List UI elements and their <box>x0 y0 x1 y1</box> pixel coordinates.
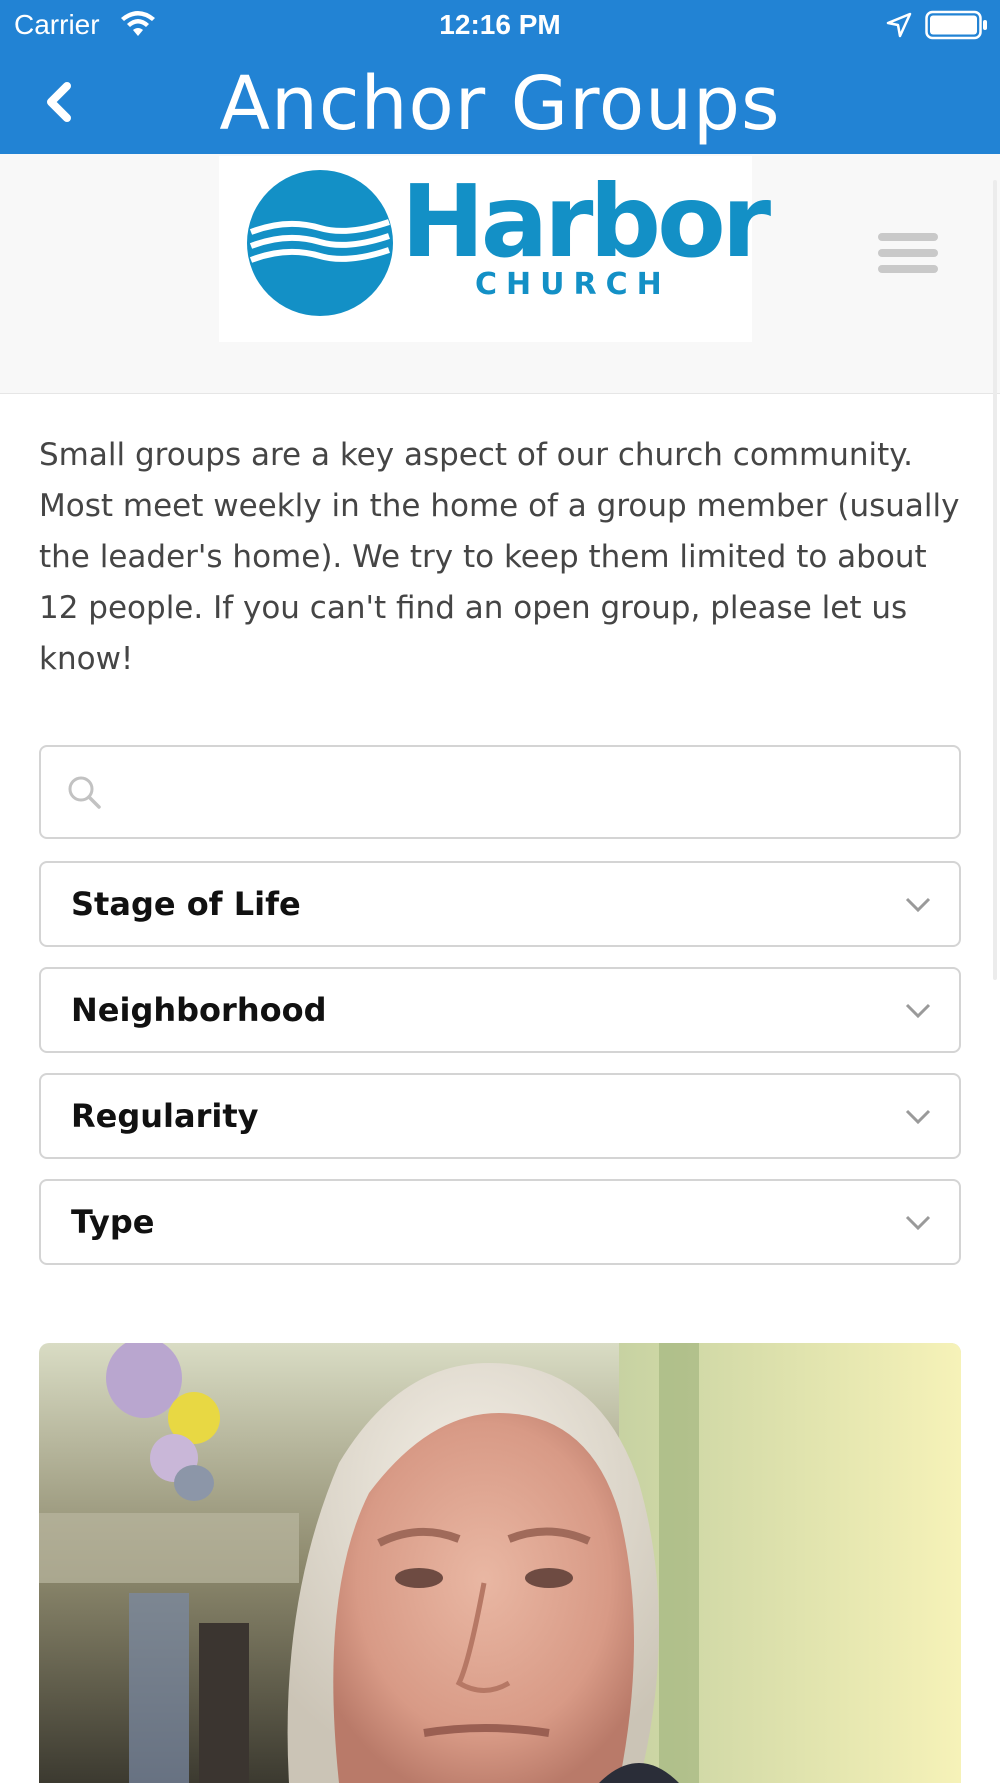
group-leader-photo[interactable] <box>39 1343 961 1783</box>
photo-image <box>39 1343 961 1783</box>
top-bar: Carrier 12:16 PM Anchor Groups <box>0 0 1000 154</box>
intro-text: Small groups are a key aspect of our chu… <box>39 437 960 677</box>
site-header: Harbor CHURCH <box>0 154 1000 394</box>
logo-wordmark: Harbor <box>401 163 771 280</box>
waves-logo-icon <box>247 170 393 316</box>
status-time: 12:16 PM <box>439 9 561 40</box>
filter-label: Neighborhood <box>71 991 327 1029</box>
filter-label: Type <box>71 1203 155 1241</box>
chevron-down-icon <box>905 1003 931 1019</box>
filter-stage-of-life[interactable]: Stage of Life <box>39 861 961 947</box>
battery-icon <box>925 10 987 40</box>
location-arrow-icon <box>886 12 912 38</box>
search-box[interactable] <box>39 745 961 839</box>
filter-label: Stage of Life <box>71 885 301 923</box>
filter-regularity[interactable]: Regularity <box>39 1073 961 1159</box>
logo-subtitle: CHURCH <box>475 267 671 302</box>
filter-label: Regularity <box>71 1097 259 1135</box>
search-icon <box>68 776 101 809</box>
chevron-down-icon <box>905 897 931 913</box>
chevron-down-icon <box>905 1215 931 1231</box>
church-logo[interactable]: Harbor CHURCH <box>219 156 771 342</box>
page-title: Anchor Groups <box>219 61 781 147</box>
chevron-down-icon <box>905 1109 931 1125</box>
search-input[interactable] <box>121 761 945 825</box>
hamburger-menu-icon[interactable] <box>878 233 940 273</box>
filter-type[interactable]: Type <box>39 1179 961 1265</box>
scroll-indicator <box>993 180 997 980</box>
filter-neighborhood[interactable]: Neighborhood <box>39 967 961 1053</box>
